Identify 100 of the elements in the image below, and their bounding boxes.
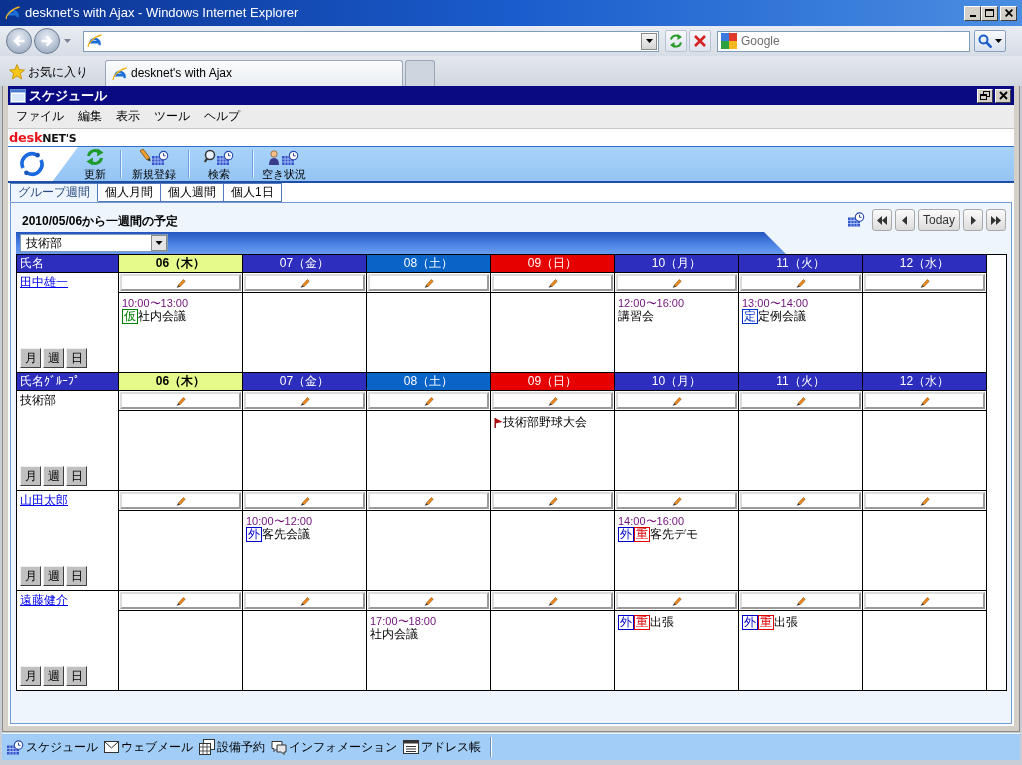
restore-button[interactable] [977,88,993,103]
view-button[interactable]: 週 [43,466,64,486]
view-button[interactable]: 日 [66,666,87,686]
add-entry-button[interactable] [368,392,489,409]
back-button[interactable] [6,28,32,54]
browser-tab[interactable]: desknet's with Ajax [105,60,403,86]
user-name-link[interactable]: 田中雄一 [20,275,68,290]
view-button[interactable]: 月 [20,666,41,686]
tab[interactable]: 個人月間 [98,183,161,202]
refresh-button[interactable] [665,30,687,52]
add-entry-button[interactable] [740,392,861,409]
add-entry-button[interactable] [120,392,241,409]
group-select[interactable]: 技術部 [20,234,168,252]
skip-back-button[interactable] [871,209,892,231]
next-button[interactable] [963,209,983,231]
add-entry-button[interactable] [368,592,489,609]
add-entry-button[interactable] [368,274,489,291]
add-entry-button[interactable] [492,492,613,509]
maximize-button[interactable] [981,5,998,21]
caret-icon[interactable] [64,39,71,43]
today-button[interactable]: Today [917,209,960,231]
add-entry-button[interactable] [616,392,737,409]
previous-button[interactable] [894,209,915,231]
colored-square-icon [721,32,737,49]
view-button[interactable]: 日 [66,466,87,486]
event-title[interactable]: 定例会議 [758,309,806,324]
category-tag: 外 [246,527,262,542]
add-entry-button[interactable] [244,274,365,291]
view-button[interactable]: 月 [20,566,41,586]
category-tag: 外 [742,615,758,630]
search-button[interactable] [974,30,1006,52]
stop-button[interactable] [689,30,711,52]
pencil-icon [795,595,806,606]
tab[interactable]: 個人週間 [161,183,224,202]
event-title[interactable]: 出張 [650,615,674,630]
pencil-icon [423,277,434,288]
add-entry-button[interactable] [740,592,861,609]
add-entry-button[interactable] [120,592,241,609]
add-entry-button[interactable] [740,274,861,291]
user-name-link[interactable]: 遠藤健介 [20,593,68,608]
view-button[interactable]: 週 [43,348,64,368]
forward-button[interactable] [34,28,60,54]
close-button[interactable] [1000,5,1017,21]
taskbar-item[interactable]: 設備予約 [198,734,266,760]
event-title[interactable]: 客先デモ [650,527,698,542]
add-entry-button[interactable] [616,592,737,609]
add-entry-button[interactable] [740,492,861,509]
tab[interactable]: グループ週間 [10,183,98,202]
add-entry-button[interactable] [616,492,737,509]
add-entry-button[interactable] [864,274,985,291]
event-title[interactable]: 客先会議 [262,527,310,542]
add-entry-button[interactable] [120,274,241,291]
menu-item[interactable]: ヘルプ [204,109,240,124]
favorites-button[interactable]: お気に入り [6,60,91,84]
add-entry-button[interactable] [864,492,985,509]
event-title[interactable]: 社内会議 [370,627,418,642]
taskbar-item[interactable]: インフォメーション [270,734,398,760]
add-entry-button[interactable] [492,592,613,609]
close-button[interactable] [995,88,1011,103]
view-button[interactable]: 週 [43,666,64,686]
minimize-button[interactable] [964,5,981,21]
add-entry-button[interactable] [244,492,365,509]
toolbar-button[interactable]: 検索 [192,147,246,181]
menu-item[interactable]: ツール [154,109,190,124]
menu-item[interactable]: ファイル [16,109,64,124]
view-button[interactable]: 月 [20,466,41,486]
event-title[interactable]: 技術部野球大会 [503,415,587,430]
toolbar-button[interactable]: 空き状況 [255,147,313,181]
new-tab-button[interactable] [405,60,435,86]
skip-forward-button[interactable] [986,209,1006,231]
add-entry-button[interactable] [616,274,737,291]
toolbar-button[interactable]: 新規登録 [126,147,182,181]
taskbar-item[interactable]: ウェブメール [103,734,194,760]
tab[interactable]: 個人1日 [224,183,282,202]
calendar-clock-icon[interactable] [847,212,865,227]
add-entry-button[interactable] [864,592,985,609]
menu-item[interactable]: 表示 [116,109,140,124]
taskbar-item[interactable]: スケジュール [6,734,99,760]
search-field[interactable]: Google [717,30,970,52]
event-title[interactable]: 出張 [774,615,798,630]
add-entry-button[interactable] [864,392,985,409]
add-entry-button[interactable] [492,392,613,409]
add-entry-button[interactable] [492,274,613,291]
view-button[interactable]: 月 [20,348,41,368]
circular-arrows-icon[interactable] [18,151,46,177]
view-button[interactable]: 日 [66,566,87,586]
add-entry-button[interactable] [244,392,365,409]
add-entry-button[interactable] [244,592,365,609]
user-name-link[interactable]: 山田太郎 [20,493,68,508]
event-title[interactable]: 講習会 [618,309,654,324]
add-entry-button[interactable] [368,492,489,509]
add-entry-button[interactable] [120,492,241,509]
view-button[interactable]: 週 [43,566,64,586]
view-button[interactable]: 日 [66,348,87,368]
menu-item[interactable]: 編集 [78,109,102,124]
toolbar-button[interactable]: 更新 [78,147,112,181]
event-title[interactable]: 社内会議 [138,309,186,324]
address-field[interactable] [83,30,659,52]
taskbar-item[interactable]: アドレス帳 [402,734,482,760]
browser-logo-icon [87,32,103,49]
